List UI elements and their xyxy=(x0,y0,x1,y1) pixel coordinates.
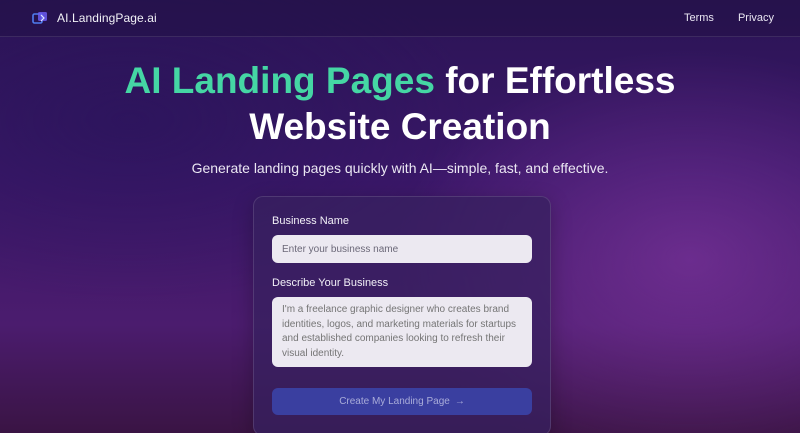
create-landing-page-label: Create My Landing Page xyxy=(339,396,450,407)
brand-logo-icon xyxy=(32,11,47,24)
nav-links: Terms Privacy xyxy=(684,12,774,24)
hero: AI Landing Pages for Effortless Website … xyxy=(0,58,800,150)
hero-title-line2: Website Creation xyxy=(249,106,551,147)
landing-page-form: Business Name Describe Your Business Cre… xyxy=(253,196,551,433)
business-name-label: Business Name xyxy=(272,215,350,227)
create-landing-page-button[interactable]: Create My Landing Page → xyxy=(272,388,532,415)
nav-link-terms[interactable]: Terms xyxy=(684,12,714,24)
arrow-right-icon: → xyxy=(454,396,465,407)
brand-name: AI.LandingPage.ai xyxy=(57,11,157,25)
hero-title: AI Landing Pages for Effortless Website … xyxy=(0,58,800,150)
hero-title-rest: for Effortless xyxy=(434,60,676,101)
nav-link-privacy[interactable]: Privacy xyxy=(738,12,774,24)
describe-business-textarea[interactable] xyxy=(272,297,532,367)
business-name-input[interactable] xyxy=(272,235,532,263)
hero-title-accent: AI Landing Pages xyxy=(124,60,435,101)
hero-subtitle: Generate landing pages quickly with AI—s… xyxy=(191,160,609,176)
top-nav: AI.LandingPage.ai Terms Privacy xyxy=(0,0,800,37)
brand[interactable]: AI.LandingPage.ai xyxy=(32,10,157,27)
describe-business-label: Describe Your Business xyxy=(272,277,389,289)
